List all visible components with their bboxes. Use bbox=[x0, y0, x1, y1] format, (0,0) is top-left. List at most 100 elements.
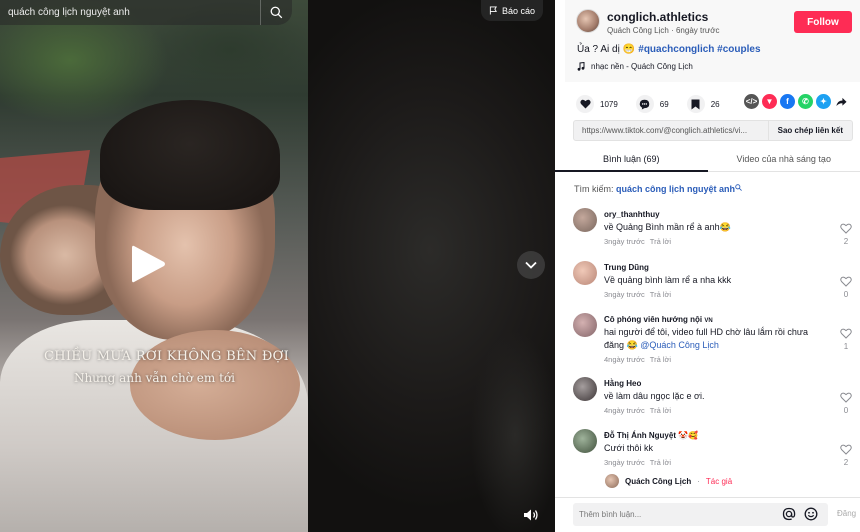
comment-time: 3ngày trước bbox=[604, 290, 645, 299]
follow-button[interactable]: Follow bbox=[794, 11, 852, 33]
facebook-icon[interactable]: f bbox=[780, 94, 795, 109]
heart-icon bbox=[576, 95, 594, 113]
heart-outline-icon[interactable] bbox=[840, 223, 852, 234]
tab-creator-videos[interactable]: Video của nhà sáng tạo bbox=[707, 150, 860, 172]
comment-time: 4ngày trước bbox=[604, 355, 645, 364]
author-badge: Tác giả bbox=[705, 476, 733, 486]
reply-link[interactable]: Trả lời bbox=[650, 237, 671, 246]
reply-author[interactable]: Quách Công Lịch bbox=[625, 477, 691, 486]
copy-link-button[interactable]: Sao chép liên kết bbox=[767, 121, 852, 140]
volume-icon bbox=[524, 509, 538, 521]
author-reply-preview[interactable]: Quách Công Lịch · Tác giả bbox=[605, 474, 732, 488]
comment-like-count: 0 bbox=[843, 406, 849, 415]
share-link-box: https://www.tiktok.com/@conglich.athleti… bbox=[573, 120, 853, 141]
comment-meta: 3ngày trước Trả lời bbox=[604, 458, 671, 467]
comment-like-count: 1 bbox=[843, 342, 849, 351]
share-link-text[interactable]: https://www.tiktok.com/@conglich.athleti… bbox=[574, 126, 768, 135]
comment-text: Cưới thôi kk bbox=[604, 443, 653, 453]
comment-item: Cô phóng viên hướng nội VN hai người để … bbox=[573, 313, 860, 375]
save-stat[interactable]: 26 bbox=[686, 95, 720, 113]
like-count: 1079 bbox=[600, 99, 618, 109]
comment-author[interactable]: Đỗ Thị Ánh Nguyệt 🤡🥰 bbox=[604, 431, 698, 440]
heart-outline-icon[interactable] bbox=[840, 276, 852, 287]
post-time: 6ngày trước bbox=[675, 26, 720, 35]
tab-comments[interactable]: Bình luận (69) bbox=[555, 150, 708, 172]
comment-item: Hằng Heo về làm dâu ngọc lặc e ơi. 4ngày… bbox=[573, 377, 860, 433]
music-note-icon bbox=[577, 62, 585, 71]
music-link[interactable]: nhạc nền - Quách Công Lịch bbox=[577, 62, 693, 71]
heart-outline-icon[interactable] bbox=[840, 392, 852, 403]
mention-icon[interactable] bbox=[782, 507, 796, 521]
comment-text: về làm dâu ngọc lặc e ơi. bbox=[604, 391, 705, 401]
search-suggestion-keyword[interactable]: quách công lịch nguyệt anh bbox=[616, 184, 735, 194]
comment-meta: 4ngày trước Trả lời bbox=[604, 406, 671, 415]
heart-outline-icon[interactable] bbox=[840, 444, 852, 455]
whatsapp-icon[interactable]: ✆ bbox=[798, 94, 813, 109]
description-emoji: 😁 bbox=[622, 44, 636, 55]
video-caption-line2: Nhưng anh vẫn chờ em tới bbox=[74, 371, 235, 385]
comment-tabs: Bình luận (69) Video của nhà sáng tạo bbox=[555, 150, 860, 172]
mention-link[interactable]: @Quách Công Lịch bbox=[640, 340, 719, 350]
video-caption-line1: CHIỀU MƯA RƠI KHÔNG BÊN ĐỢI bbox=[44, 349, 290, 364]
comment-author[interactable]: ory_thanhthuy bbox=[604, 210, 660, 219]
comment-time: 4ngày trước bbox=[604, 406, 645, 415]
post-description: Ủa ? Ai dị 😁 #quachconglich #couples bbox=[577, 44, 761, 55]
report-label: Báo cáo bbox=[501, 5, 536, 16]
share-buttons: </> ▼ f ✆ ✦ bbox=[744, 94, 849, 109]
comment-like-count: 0 bbox=[843, 290, 849, 299]
reply-link[interactable]: Trả lời bbox=[650, 406, 671, 415]
comment-stat[interactable]: 69 bbox=[635, 95, 669, 113]
emoji-icon[interactable] bbox=[804, 507, 818, 521]
comment-author[interactable]: Hằng Heo bbox=[604, 379, 641, 388]
comment-like-count: 2 bbox=[843, 237, 849, 246]
volume-button[interactable] bbox=[517, 502, 545, 528]
author-subline: Quách Công Lịch · 6ngày trước bbox=[607, 26, 719, 35]
video-arm bbox=[130, 330, 300, 440]
comment-count: 69 bbox=[659, 99, 669, 109]
like-stat[interactable]: 1079 bbox=[576, 95, 618, 113]
comment-time: 3ngày trước bbox=[604, 458, 645, 467]
twitter-icon[interactable]: ✦ bbox=[816, 94, 831, 109]
comment-meta: 4ngày trước Trả lời bbox=[604, 355, 671, 364]
bookmark-icon bbox=[686, 95, 705, 113]
separator: · bbox=[671, 26, 674, 35]
comment-avatar[interactable] bbox=[573, 261, 597, 285]
author-avatar[interactable] bbox=[576, 9, 600, 33]
author-display-name: Quách Công Lịch bbox=[607, 26, 669, 35]
search-input[interactable]: quách công lịch nguyệt anh bbox=[8, 7, 260, 18]
comment-author[interactable]: Cô phóng viên hướng nội VN bbox=[604, 315, 713, 324]
comment-avatar[interactable] bbox=[573, 429, 597, 453]
share-arrow-icon[interactable] bbox=[834, 94, 849, 109]
heart-outline-icon[interactable] bbox=[840, 328, 852, 339]
comment-item: ory_thanhthuy về Quảng Bình mần rể à anh… bbox=[573, 208, 860, 264]
comment-like-count: 2 bbox=[843, 458, 849, 467]
comment-avatar[interactable] bbox=[573, 208, 597, 232]
comment-avatar[interactable] bbox=[573, 313, 597, 337]
search-icon bbox=[735, 184, 742, 191]
author-username[interactable]: conglich.athletics bbox=[607, 10, 708, 24]
flag-icon bbox=[489, 6, 497, 15]
video-player[interactable]: quách công lịch nguyệt anh Báo cáo CHIỀU… bbox=[0, 0, 555, 532]
separator: · bbox=[697, 476, 700, 486]
search-icon bbox=[270, 6, 283, 19]
search-button[interactable] bbox=[260, 0, 292, 25]
save-count: 26 bbox=[710, 99, 720, 109]
search-suggestion[interactable]: Tìm kiếm: quách công lịch nguyệt anh bbox=[574, 184, 742, 194]
comment-author[interactable]: Trung Dũng bbox=[604, 263, 649, 272]
play-icon[interactable] bbox=[128, 242, 168, 286]
report-button[interactable]: Báo cáo bbox=[481, 0, 543, 21]
reply-link[interactable]: Trả lời bbox=[650, 290, 671, 299]
tiktok-share-icon[interactable]: ▼ bbox=[762, 94, 777, 109]
search-suggestion-prefix: Tìm kiếm: bbox=[574, 184, 614, 194]
search-bar[interactable]: quách công lịch nguyệt anh bbox=[0, 0, 292, 25]
reply-link[interactable]: Trả lời bbox=[650, 355, 671, 364]
reply-link[interactable]: Trả lời bbox=[650, 458, 671, 467]
comment-avatar[interactable] bbox=[573, 377, 597, 401]
engagement-stats: 1079 69 26 bbox=[576, 95, 738, 113]
comment-meta: 3ngày trước Trả lời bbox=[604, 237, 671, 246]
hashtag-links[interactable]: #quachconglich #couples bbox=[638, 44, 760, 55]
post-button[interactable]: Đăng bbox=[837, 509, 856, 518]
embed-icon[interactable]: </> bbox=[744, 94, 759, 109]
next-video-button[interactable] bbox=[517, 251, 545, 279]
music-title: nhạc nền - Quách Công Lịch bbox=[591, 62, 693, 71]
